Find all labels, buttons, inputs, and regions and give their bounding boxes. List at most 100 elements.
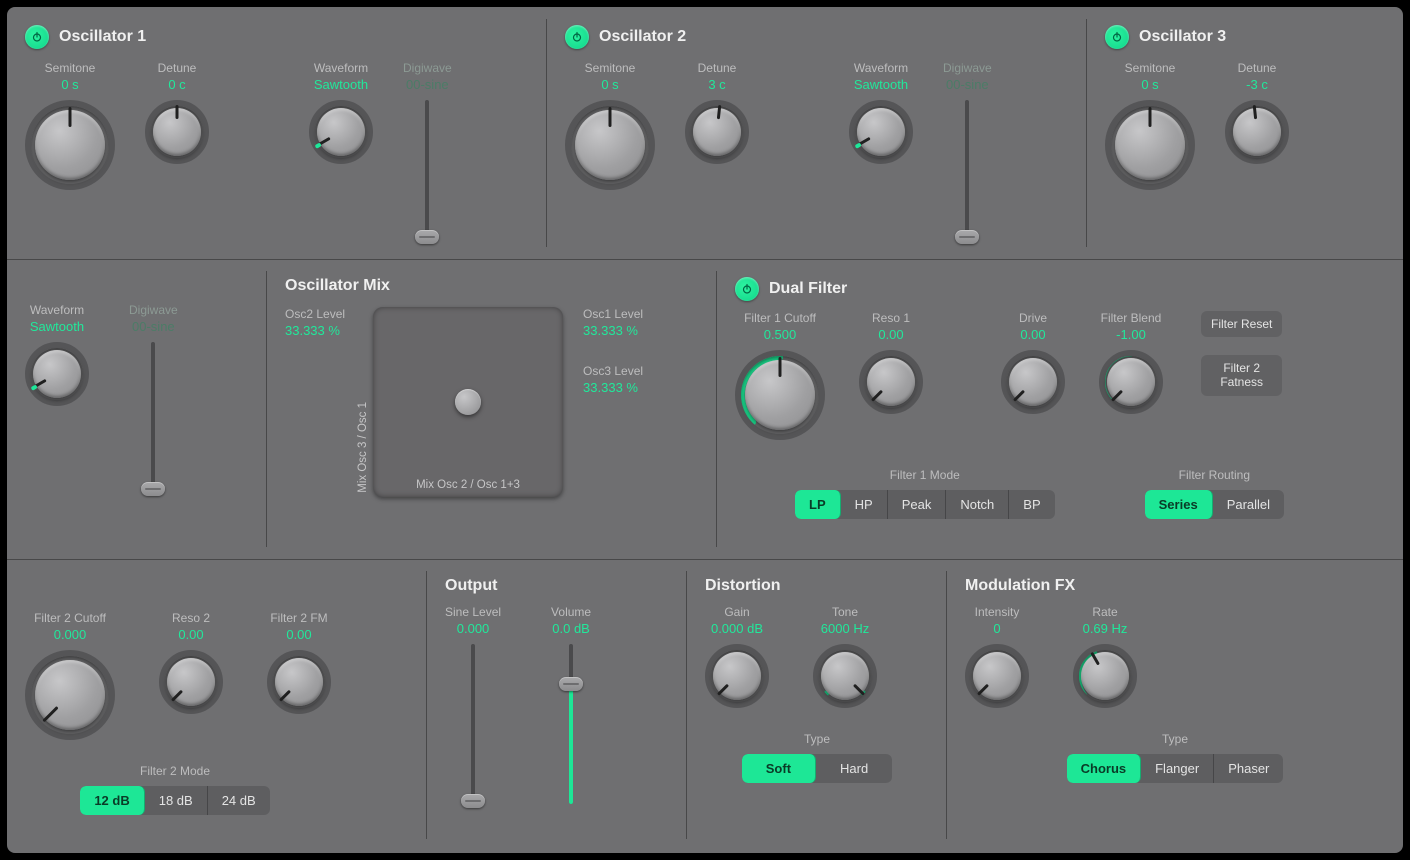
osc2-semitone-value: 0 s [601, 77, 618, 92]
blend-value: -1.00 [1116, 327, 1146, 342]
modfx-intensity-value: 0 [993, 621, 1000, 636]
modfx-flanger[interactable]: Flanger [1141, 754, 1214, 783]
osc2-waveform-label: Waveform [854, 61, 908, 75]
osc2-semitone-knob[interactable] [565, 100, 655, 190]
osc2-digiwave-value: 00-sine [946, 77, 989, 92]
osc3-detune-knob[interactable] [1225, 100, 1289, 164]
reso2-value: 0.00 [178, 627, 203, 642]
output-title: Output [445, 577, 497, 595]
dist-title: Distortion [705, 577, 781, 595]
f2cutoff-value: 0.000 [54, 627, 87, 642]
dist-gain-value: 0.000 dB [711, 621, 763, 636]
filter2-section: Filter 2 Cutoff 0.000 Reso 2 0.00 [7, 559, 427, 851]
f1cutoff-knob[interactable] [735, 350, 825, 440]
osc1-waveform-value: Sawtooth [314, 77, 368, 92]
modfx-intensity-label: Intensity [975, 605, 1020, 619]
osc1-digiwave-slider[interactable] [415, 100, 439, 240]
f1mode-hp[interactable]: HP [841, 490, 888, 519]
output-section: Output Sine Level 0.000 Volume 0.0 dB [427, 559, 687, 851]
osc1-detune-label: Detune [158, 61, 197, 75]
sine-level-label: Sine Level [445, 605, 501, 619]
osc3-power-button[interactable] [1105, 25, 1129, 49]
osc1-level-label: Osc1 Level [583, 307, 643, 321]
osc3-level-label: Osc3 Level [583, 364, 643, 378]
reso1-knob[interactable] [859, 350, 923, 414]
f2mode-12db[interactable]: 12 dB [80, 786, 144, 815]
oscillator-1-section: Oscillator 1 Semitone 0 s Detune 0 c [7, 7, 547, 259]
osc3-digiwave-slider[interactable] [141, 342, 165, 492]
drive-knob[interactable] [1001, 350, 1065, 414]
dualfilter-power-button[interactable] [735, 277, 759, 301]
routing-parallel[interactable]: Parallel [1213, 490, 1284, 519]
osc3-semitone-knob[interactable] [1105, 100, 1195, 190]
osc2-power-button[interactable] [565, 25, 589, 49]
filter-reset-button[interactable]: Filter Reset [1201, 311, 1282, 337]
f2fm-knob[interactable] [267, 650, 331, 714]
distortion-section: Distortion Gain 0.000 dB Tone 6000 Hz [687, 559, 947, 851]
sine-level-slider[interactable] [461, 644, 485, 804]
osc3-title: Oscillator 3 [1139, 28, 1226, 46]
modfx-type-label: Type [1162, 732, 1188, 746]
osc2-detune-knob[interactable] [685, 100, 749, 164]
dist-gain-knob[interactable] [705, 644, 769, 708]
oscmix-title: Oscillator Mix [285, 277, 390, 295]
oscillator-2-section: Oscillator 2 Semitone 0 s Detune 3 c [547, 7, 1087, 259]
f1mode-seg: LP HP Peak Notch BP [795, 490, 1055, 519]
modfx-rate-knob[interactable] [1073, 644, 1137, 708]
osc2-waveform-knob[interactable] [849, 100, 913, 164]
oscillator-mix-section: Oscillator Mix Osc2 Level 33.333 % Mix O… [267, 259, 717, 559]
osc1-digiwave-value: 00-sine [406, 77, 449, 92]
osc3-detune-value: -3 c [1246, 77, 1268, 92]
filter2-fatness-button[interactable]: Filter 2Fatness [1201, 355, 1282, 396]
osc-mix-pad[interactable]: Mix Osc 2 / Osc 1+3 [373, 307, 563, 497]
routing-series[interactable]: Series [1145, 490, 1213, 519]
f1mode-lp[interactable]: LP [795, 490, 841, 519]
osc3-waveform-knob[interactable] [25, 342, 89, 406]
routing-label: Filter Routing [1179, 468, 1250, 482]
osc3-semitone-value: 0 s [1141, 77, 1158, 92]
dist-tone-knob[interactable] [813, 644, 877, 708]
f2mode-24db[interactable]: 24 dB [208, 786, 270, 815]
osc1-level-value: 33.333 % [583, 323, 638, 338]
oscillator-3-section: Oscillator 3 Semitone 0 s Detune -3 c [1087, 7, 1403, 259]
osc1-waveform-knob[interactable] [309, 100, 373, 164]
f1mode-bp[interactable]: BP [1009, 490, 1054, 519]
modfx-intensity-knob[interactable] [965, 644, 1029, 708]
reso2-knob[interactable] [159, 650, 223, 714]
osc2-level-value: 33.333 % [285, 323, 340, 338]
osc1-semitone-knob[interactable] [25, 100, 115, 190]
f1mode-peak[interactable]: Peak [888, 490, 947, 519]
f2cutoff-knob[interactable] [25, 650, 115, 740]
osc2-digiwave-slider[interactable] [955, 100, 979, 240]
f1mode-notch[interactable]: Notch [946, 490, 1009, 519]
dist-type-soft[interactable]: Soft [742, 754, 816, 783]
osc1-waveform-label: Waveform [314, 61, 368, 75]
volume-slider[interactable] [559, 644, 583, 804]
osc-mix-ylabel: Mix Osc 3 / Osc 1 [357, 402, 369, 493]
dist-type-label: Type [804, 732, 830, 746]
reso2-label: Reso 2 [172, 611, 210, 625]
osc3-digiwave-label: Digiwave [129, 303, 178, 317]
osc1-digiwave-label: Digiwave [403, 61, 452, 75]
osc3-digiwave-value: 00-sine [132, 319, 175, 334]
osc1-detune-knob[interactable] [145, 100, 209, 164]
dist-type-hard[interactable]: Hard [816, 754, 892, 783]
osc2-level-label: Osc2 Level [285, 307, 345, 321]
osc2-digiwave-label: Digiwave [943, 61, 992, 75]
f2mode-18db[interactable]: 18 dB [145, 786, 208, 815]
osc1-power-button[interactable] [25, 25, 49, 49]
f1cutoff-label: Filter 1 Cutoff [744, 311, 816, 325]
volume-value: 0.0 dB [552, 621, 590, 636]
reso1-value: 0.00 [878, 327, 903, 342]
blend-knob[interactable] [1099, 350, 1163, 414]
modfx-phaser[interactable]: Phaser [1214, 754, 1283, 783]
modfx-chorus[interactable]: Chorus [1067, 754, 1142, 783]
osc3-waveform-value: Sawtooth [30, 319, 84, 334]
osc1-semitone-label: Semitone [45, 61, 96, 75]
f2cutoff-label: Filter 2 Cutoff [34, 611, 106, 625]
osc-mix-dot[interactable] [455, 389, 481, 415]
modfx-rate-value: 0.69 Hz [1083, 621, 1128, 636]
power-icon [1111, 31, 1123, 43]
osc3-semitone-label: Semitone [1125, 61, 1176, 75]
osc3-waveform-label: Waveform [30, 303, 84, 317]
